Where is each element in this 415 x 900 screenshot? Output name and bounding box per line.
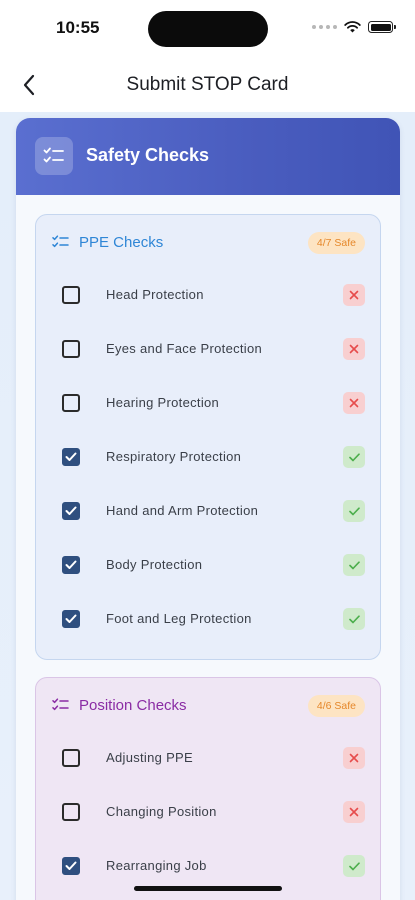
check-item[interactable]: Eyes and Face Protection [36, 321, 380, 375]
check-item[interactable]: Body Protection [36, 537, 380, 591]
checkbox[interactable] [62, 803, 80, 821]
check-item[interactable]: Rearranging Job [36, 838, 380, 892]
checkbox-checked[interactable] [62, 610, 80, 628]
ppe-checks-section: PPE Checks 4/7 Safe Head Protection Eyes… [35, 214, 381, 660]
safe-check-icon [343, 500, 365, 522]
safe-count-badge: 4/7 Safe [307, 232, 365, 254]
dynamic-island [148, 11, 268, 47]
check-item[interactable]: Adjusting PPE [36, 730, 380, 784]
check-item-label: Rearranging Job [106, 858, 207, 873]
safe-check-icon [343, 855, 365, 877]
checkmark-icon [65, 614, 77, 623]
checkbox-checked[interactable] [62, 857, 80, 875]
safe-check-icon [343, 608, 365, 630]
checkbox-checked[interactable] [62, 448, 80, 466]
page-title: Submit STOP Card [126, 74, 289, 95]
safe-count-badge: 4/6 Safe [307, 695, 365, 717]
check-item-label: Hearing Protection [106, 395, 220, 410]
checkmark-icon [65, 506, 77, 515]
unsafe-x-icon [343, 747, 365, 769]
unsafe-x-icon [343, 801, 365, 823]
checkbox[interactable] [62, 286, 80, 304]
unsafe-x-icon [343, 338, 365, 360]
safe-check-icon [343, 554, 365, 576]
check-item[interactable]: Respiratory Protection [36, 429, 380, 483]
checklist-icon [35, 137, 73, 175]
status-icons [312, 21, 396, 33]
check-item-label: Changing Position [106, 804, 217, 819]
wifi-icon [344, 21, 361, 33]
check-item[interactable]: Head Protection [36, 267, 380, 321]
section-title: Position Checks [79, 697, 187, 714]
position-checks-section: Position Checks 4/6 Safe Adjusting PPE C… [35, 677, 381, 900]
check-item[interactable]: Hand and Arm Protection [36, 483, 380, 537]
content-area[interactable]: Safety Checks PPE Checks 4/7 Safe Head P… [0, 112, 415, 900]
checkmark-icon [65, 560, 77, 569]
checkmark-icon [65, 861, 77, 870]
check-item[interactable]: Foot and Leg Protection [36, 591, 380, 645]
checkmark-icon [65, 452, 77, 461]
card-title: Safety Checks [86, 145, 210, 165]
section-header: Position Checks 4/6 Safe [36, 678, 380, 732]
safe-check-icon [343, 446, 365, 468]
status-bar: 10:55 [0, 0, 415, 58]
check-item[interactable]: Changing Position [36, 784, 380, 838]
checklist: Adjusting PPE Changing Position Rearrang… [36, 730, 380, 892]
cellular-signal-icon [312, 25, 337, 29]
check-item-label: Body Protection [106, 557, 203, 572]
check-item-label: Adjusting PPE [106, 750, 194, 765]
unsafe-x-icon [343, 392, 365, 414]
unsafe-x-icon [343, 284, 365, 306]
checkbox[interactable] [62, 394, 80, 412]
battery-icon [368, 21, 396, 33]
home-indicator[interactable] [134, 886, 282, 891]
check-item-label: Respiratory Protection [106, 449, 242, 464]
checklist: Head Protection Eyes and Face Protection… [36, 267, 380, 645]
check-item[interactable]: Hearing Protection [36, 375, 380, 429]
checkbox[interactable] [62, 340, 80, 358]
safety-checks-card: Safety Checks PPE Checks 4/7 Safe Head P… [16, 118, 400, 900]
checkbox-checked[interactable] [62, 502, 80, 520]
navigation-bar: Submit STOP Card [0, 58, 415, 112]
card-header: Safety Checks [16, 118, 400, 195]
check-item-label: Head Protection [106, 287, 204, 302]
check-item-label: Foot and Leg Protection [106, 611, 252, 626]
check-item-label: Eyes and Face Protection [106, 341, 263, 356]
checkbox[interactable] [62, 749, 80, 767]
checkbox-checked[interactable] [62, 556, 80, 574]
section-header: PPE Checks 4/7 Safe [36, 215, 380, 269]
checklist-icon [52, 698, 69, 711]
checklist-icon [52, 235, 69, 248]
status-time: 10:55 [56, 18, 100, 37]
section-title: PPE Checks [79, 234, 164, 251]
check-item-label: Hand and Arm Protection [106, 503, 259, 518]
